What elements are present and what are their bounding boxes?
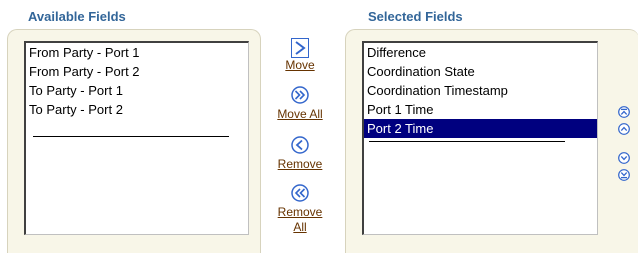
move-all-button[interactable]: Move All <box>276 86 324 122</box>
move-left-icon <box>291 136 309 154</box>
move-up-icon[interactable] <box>618 123 630 135</box>
move-label[interactable]: Move <box>276 58 324 73</box>
move-all-icon <box>291 86 309 104</box>
list-item[interactable]: From Party - Port 1 <box>26 43 248 62</box>
list-item-selected[interactable]: Port 2 Time <box>364 119 597 138</box>
remove-all-button[interactable]: Remove All <box>276 184 324 235</box>
move-all-label[interactable]: Move All <box>276 107 324 122</box>
remove-label[interactable]: Remove <box>276 157 324 172</box>
move-down-icon[interactable] <box>618 152 630 164</box>
move-button[interactable]: Move <box>276 38 324 73</box>
list-item[interactable]: From Party - Port 2 <box>26 62 248 81</box>
move-to-top-icon[interactable] <box>618 106 630 118</box>
move-right-icon <box>291 38 309 58</box>
list-item[interactable]: To Party - Port 1 <box>26 81 248 100</box>
remove-all-label[interactable]: Remove <box>276 205 324 220</box>
list-separator <box>369 141 565 142</box>
list-item[interactable]: Difference <box>364 43 597 62</box>
list-item[interactable]: Port 1 Time <box>364 100 597 119</box>
remove-all-icon <box>291 184 309 202</box>
selected-fields-list[interactable]: Difference Coordination State Coordinati… <box>362 41 598 235</box>
list-item[interactable]: To Party - Port 2 <box>26 100 248 119</box>
available-fields-heading: Available Fields <box>28 9 126 24</box>
list-item[interactable]: Coordination Timestamp <box>364 81 597 100</box>
remove-button[interactable]: Remove <box>276 136 324 172</box>
available-fields-list[interactable]: From Party - Port 1 From Party - Port 2 … <box>24 41 249 235</box>
selected-fields-heading: Selected Fields <box>368 9 463 24</box>
remove-all-label-line2[interactable]: All <box>276 220 324 235</box>
move-to-bottom-icon[interactable] <box>618 169 630 181</box>
list-separator <box>33 136 229 137</box>
list-item[interactable]: Coordination State <box>364 62 597 81</box>
